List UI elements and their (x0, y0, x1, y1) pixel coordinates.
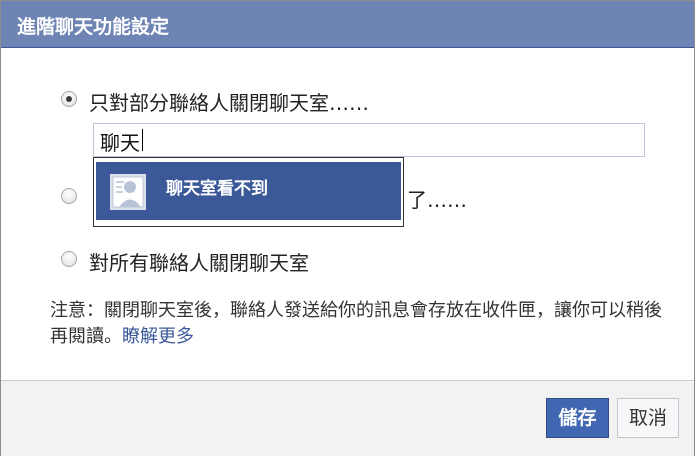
note-text: 注意：關閉聊天室後，聯絡人發送給你的訊息會存放在收件匣，讓你可以稍後再閱讀。瞭解… (50, 298, 662, 350)
suggestion-name: 聊天室看不到 (166, 179, 268, 199)
dialog-title: 進階聊天功能設定 (17, 16, 170, 38)
save-button[interactable]: 儲存 (546, 398, 609, 438)
option-turn-off-for-all[interactable]: 對所有聯絡人關閉聊天室 (61, 247, 381, 275)
contact-search-input[interactable]: 聊天 (93, 123, 645, 157)
option-label: 只對部分聯絡人關閉聊天室…… (89, 91, 369, 115)
default-avatar-icon (110, 174, 146, 210)
dialog-titlebar: 進階聊天功能設定 (1, 1, 694, 48)
dialog-footer: 儲存 取消 (1, 380, 694, 456)
radio-turn-on-for-some[interactable] (61, 188, 77, 204)
text-caret (142, 129, 143, 151)
learn-more-link[interactable]: 瞭解更多 (122, 326, 194, 347)
cancel-button[interactable]: 取消 (617, 398, 679, 438)
search-input-value: 聊天 (100, 131, 140, 155)
option-turn-off-for-some[interactable]: 只對部分聯絡人關閉聊天室…… (61, 87, 461, 115)
option-label: 了…… (407, 188, 467, 212)
suggestion-item[interactable]: 聊天室看不到 (96, 162, 401, 220)
option-label: 對所有聯絡人關閉聊天室 (89, 251, 309, 275)
radio-turn-off-for-all[interactable] (61, 251, 77, 267)
radio-turn-off-for-some[interactable] (61, 91, 77, 107)
advanced-chat-settings-dialog: 進階聊天功能設定 只對部分聯絡人關閉聊天室…… 了…… 對所有聯絡人關閉聊天室 … (0, 0, 695, 456)
autocomplete-dropdown: 聊天室看不到 (93, 157, 404, 227)
